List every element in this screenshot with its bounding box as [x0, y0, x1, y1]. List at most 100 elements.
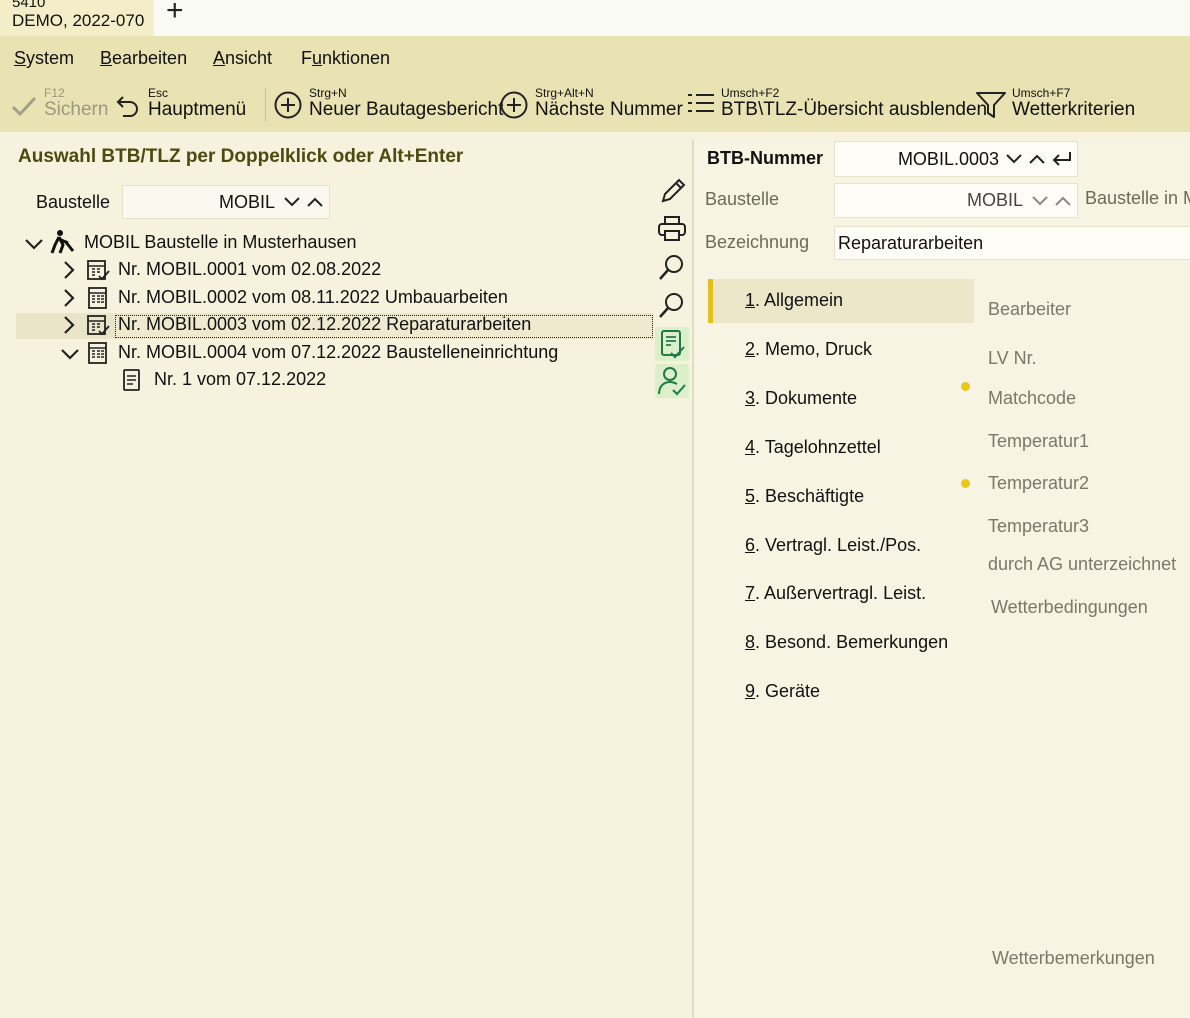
- main-menu-shortcut: Esc: [148, 86, 169, 100]
- menu-label: F: [301, 48, 312, 68]
- nav-ausservertragl-leistungen[interactable]: 7. Außervertragl. Leist.: [745, 583, 926, 604]
- nav-geraete[interactable]: 9. Geräte: [745, 681, 820, 702]
- nav-label: . Dokumente: [755, 388, 858, 408]
- nav-mnemonic: 3: [745, 388, 756, 408]
- menu-ansicht[interactable]: Ansicht: [213, 48, 272, 69]
- nav-memo-druck[interactable]: 2. Memo, Druck: [745, 339, 872, 360]
- field-label-lv-nr: LV Nr.: [988, 348, 1037, 368]
- chevron-down-icon[interactable]: [60, 347, 80, 361]
- menu-funktionen[interactable]: Funktionen: [301, 48, 390, 69]
- document-check-icon: [661, 330, 685, 359]
- menu-system[interactable]: System: [14, 48, 74, 69]
- tree-root-label: MOBIL Baustelle in Musterhausen: [84, 232, 357, 252]
- nav-dokumente[interactable]: 3. Dokumente: [745, 388, 857, 409]
- tree-item-label: Nr. MOBIL.0004 vom 07.12.2022 Baustellen…: [118, 342, 559, 362]
- search-icon: [659, 293, 683, 318]
- document-tab[interactable]: 5410 DEMO, 2022-070: [0, 0, 154, 36]
- calendar-icon: [88, 287, 107, 309]
- tree-item-selected[interactable]: Nr. MOBIL.0003 vom 02.12.2022 Reparatura…: [60, 314, 531, 338]
- weather-criteria-shortcut: Umsch+F7: [1012, 86, 1071, 100]
- tree-root[interactable]: MOBIL Baustelle in Musterhausen: [24, 230, 424, 256]
- next-number-label: Nächste Nummer: [535, 99, 683, 120]
- main-menu-button[interactable]: Esc Hauptmenü: [115, 86, 255, 122]
- nav-vertragl-leistungen[interactable]: 6. Vertragl. Leist./Pos.: [745, 535, 921, 556]
- nav-mnemonic: 4: [745, 437, 756, 457]
- plus-circle-icon: [500, 91, 528, 119]
- nav-label: . Allgemein: [755, 290, 844, 310]
- main-menu-label: Hauptmenü: [148, 99, 247, 120]
- required-indicator: [961, 479, 970, 488]
- chevron-down-icon[interactable]: [1005, 153, 1023, 165]
- save-button[interactable]: F12 Sichern: [10, 86, 110, 122]
- chevron-right-icon[interactable]: [62, 315, 76, 335]
- baustelle-combo[interactable]: MOBIL: [834, 183, 1078, 218]
- nav-mnemonic: 8: [745, 632, 756, 652]
- new-report-shortcut: Strg+N: [309, 86, 347, 100]
- nav-mnemonic: 7: [745, 583, 756, 603]
- add-tab-button[interactable]: +: [166, 0, 184, 26]
- new-report-button[interactable]: Strg+N Neuer Bautagesbericht: [273, 86, 503, 122]
- baustelle-filter-combo[interactable]: MOBIL: [122, 185, 330, 219]
- tree-item[interactable]: Nr. MOBIL.0001 vom 02.08.2022: [60, 259, 480, 283]
- print-button[interactable]: [655, 212, 689, 246]
- toolbar-separator: [265, 88, 266, 122]
- nav-mnemonic: 1: [745, 290, 756, 310]
- approve-button[interactable]: [655, 327, 689, 361]
- tree-item[interactable]: Nr. MOBIL.0004 vom 07.12.2022 Baustellen…: [60, 342, 560, 366]
- menu-label: nsicht: [225, 48, 273, 68]
- enter-icon[interactable]: [1050, 150, 1074, 168]
- nav-mnemonic: 5: [745, 486, 756, 506]
- required-indicator: [961, 382, 970, 391]
- nav-besondere-bemerkungen[interactable]: 8. Besond. Bemerkungen: [745, 632, 948, 653]
- menu-mnemonic: B: [100, 48, 113, 68]
- user-check-button[interactable]: [655, 364, 689, 398]
- chevron-up-icon[interactable]: [306, 196, 324, 208]
- menu-bearbeiten[interactable]: Bearbeiten: [100, 48, 187, 69]
- nav-active-indicator: [708, 279, 713, 323]
- field-label-bearbeiter: Bearbeiter: [988, 299, 1072, 319]
- selection-panel-title: Auswahl BTB/TLZ per Doppelklick oder Alt…: [18, 146, 464, 167]
- nav-label: . Vertragl. Leist./Pos.: [755, 535, 922, 555]
- tree-item-label: Nr. 1 vom 07.12.2022: [154, 369, 327, 389]
- nav-allgemein[interactable]: 1. Allgemein: [745, 290, 843, 311]
- tree-child-item[interactable]: Nr. 1 vom 07.12.2022: [122, 369, 342, 393]
- toggle-overview-label: BTB\TLZ-Übersicht ausblenden: [721, 99, 988, 120]
- menu-mnemonic: A: [213, 48, 226, 68]
- toggle-overview-button[interactable]: Umsch+F2 BTB\TLZ-Übersicht ausblenden: [686, 86, 987, 122]
- menu-label: earbeiten: [112, 48, 188, 68]
- undo-arrow-icon: [116, 96, 138, 117]
- field-label-matchcode: Matchcode: [988, 388, 1077, 408]
- chevron-down-icon[interactable]: [283, 196, 301, 208]
- chevron-right-icon[interactable]: [62, 260, 76, 280]
- chevron-up-icon[interactable]: [1054, 195, 1072, 207]
- weather-criteria-button[interactable]: Umsch+F7 Wetterkriterien: [975, 86, 1140, 122]
- user-check-icon: [658, 367, 686, 396]
- nav-tagelohnzettel[interactable]: 4. Tagelohnzettel: [745, 437, 881, 458]
- pencil-icon: [661, 178, 686, 203]
- chevron-up-icon[interactable]: [1028, 153, 1046, 165]
- search-button[interactable]: [655, 250, 689, 284]
- calendar-check-icon: [87, 260, 110, 281]
- chevron-down-icon[interactable]: [1031, 195, 1049, 207]
- printer-icon: [658, 216, 686, 241]
- document-icon: [123, 369, 140, 391]
- search-next-button[interactable]: [655, 288, 689, 322]
- search-icon: [659, 255, 683, 280]
- tree-item-label: Nr. MOBIL.0002 vom 08.11.2022 Umbauarbei…: [118, 287, 508, 307]
- save-shortcut: F12: [44, 86, 65, 100]
- tree-item[interactable]: Nr. MOBIL.0002 vom 08.11.2022 Umbauarbei…: [60, 287, 520, 311]
- nav-label: . Tagelohnzettel: [755, 437, 881, 457]
- weather-criteria-label: Wetterkriterien: [1012, 99, 1136, 120]
- field-label-durch-ag-unterzeichnet: durch AG unterzeichnet: [988, 554, 1177, 574]
- field-label-temperatur3: Temperatur3: [988, 516, 1090, 536]
- next-number-shortcut: Strg+Alt+N: [535, 86, 594, 100]
- chevron-right-icon[interactable]: [62, 288, 76, 308]
- nav-beschaeftigte[interactable]: 5. Beschäftigte: [745, 486, 864, 507]
- edit-button[interactable]: [655, 174, 689, 208]
- bezeichnung-input[interactable]: Reparaturarbeiten: [834, 226, 1190, 260]
- btb-number-combo[interactable]: MOBIL.0003: [834, 141, 1078, 177]
- construction-worker-icon: [50, 230, 75, 254]
- next-number-button[interactable]: Strg+Alt+N Nächste Nummer: [499, 86, 684, 122]
- chevron-down-icon[interactable]: [24, 237, 44, 251]
- save-label: Sichern: [44, 99, 109, 120]
